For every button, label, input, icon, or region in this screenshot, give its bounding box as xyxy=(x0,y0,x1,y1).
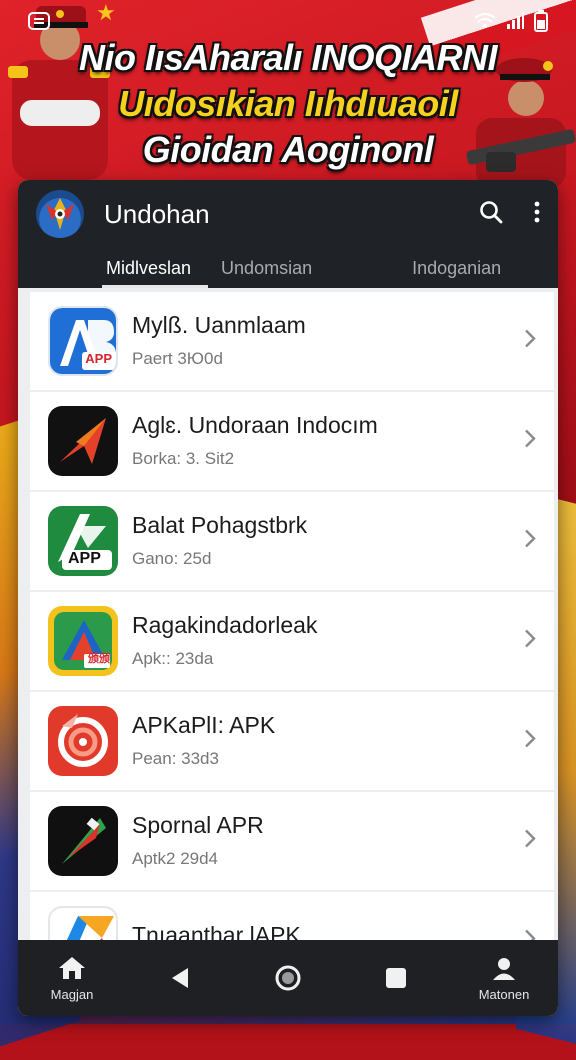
item-title: Balat Pohagstbrk xyxy=(132,512,308,539)
back-triangle-icon xyxy=(172,968,188,988)
swirl-red-icon xyxy=(48,706,118,776)
item-title: Spornal APR xyxy=(132,812,264,839)
tab-bar: Midlveslan Undomsian Indoganian xyxy=(18,248,558,288)
home-circle-button[interactable] xyxy=(258,964,318,992)
app-badge: APP xyxy=(68,550,101,567)
list-item[interactable]: 颁颁 Ragakindadorleak Apk:: 23da xyxy=(30,592,554,690)
triangle-yellow-icon: 颁颁 xyxy=(48,606,118,676)
item-subtitle: Borka: 3. Sit2 xyxy=(132,448,235,468)
app-title: Undohan xyxy=(104,198,210,229)
app-window: Undohan Midlveslan Undomsian Indoganian xyxy=(18,180,558,1016)
app-list: APP Mylß. Uanmlaam Paert 3Ю0d Aglɛ. Undo… xyxy=(18,288,558,990)
app-bar: Undohan Midlveslan Undomsian Indoganian xyxy=(18,180,558,288)
signal-icon xyxy=(506,12,524,30)
profile-label: Matonen xyxy=(478,986,530,1002)
headline-line-3: Gioidan Aoginonl xyxy=(142,129,434,170)
app-badge: APP xyxy=(85,351,112,366)
item-title: APKaPlI: APK xyxy=(132,712,276,739)
chevron-right-icon xyxy=(524,329,536,354)
garuda-logo-icon xyxy=(46,198,74,230)
chevron-right-icon xyxy=(524,429,536,454)
item-title: Mylß. Uanmlaam xyxy=(132,312,306,339)
back-button[interactable] xyxy=(150,965,210,991)
profile-icon xyxy=(493,957,515,980)
battery-icon xyxy=(534,10,548,32)
list-item[interactable]: APKaPlI: APK Pean: 33d3 xyxy=(30,692,554,790)
recents-button[interactable] xyxy=(366,966,426,990)
list-item[interactable]: APP Balat Pohagstbrk Gano: 25d xyxy=(30,492,554,590)
item-subtitle: Paert 3Ю0d xyxy=(132,348,223,368)
active-tab-indicator xyxy=(102,285,208,288)
tab-undomsian[interactable]: Undomsian xyxy=(221,258,312,279)
bottom-navigation: Magjan Matonen xyxy=(18,940,558,1016)
home-button[interactable]: Magjan xyxy=(42,955,102,1002)
chevron-right-icon xyxy=(524,829,536,854)
headline-line-2: Uıdosıkian Iıhdıuaoil xyxy=(118,83,458,124)
home-circle-icon xyxy=(275,965,301,991)
arrow-red-icon xyxy=(48,406,118,476)
list-item[interactable]: APP Mylß. Uanmlaam Paert 3Ю0d xyxy=(30,292,554,390)
list-item[interactable]: Aglɛ. Undoraan Indocım Borka: 3. Sit2 xyxy=(30,392,554,490)
item-subtitle: Aptk2 29d4 xyxy=(132,848,219,868)
notification-icon xyxy=(28,11,50,31)
more-options-icon[interactable] xyxy=(534,201,540,228)
item-title: Ragakindadorleak xyxy=(132,612,318,639)
home-icon xyxy=(59,956,85,979)
home-label: Magjan xyxy=(50,986,94,1002)
promo-headline: Nio IısAharalı INOQIARNI Uıdosıkian Iıhd… xyxy=(0,36,576,168)
recents-square-icon xyxy=(386,968,406,988)
profile-button[interactable]: Matonen xyxy=(474,955,534,1002)
headline-line-1: Nio IısAharalı INOQIARNI xyxy=(78,37,498,78)
chevron-right-icon xyxy=(524,629,536,654)
item-subtitle: Apk:: 23da xyxy=(132,648,214,668)
green-app-icon: APP xyxy=(48,506,118,576)
item-subtitle: Gano: 25d xyxy=(132,548,212,568)
tab-midlveslan[interactable]: Midlveslan xyxy=(106,258,191,279)
wifi-icon xyxy=(474,12,496,30)
tab-indoganian[interactable]: Indoganian xyxy=(412,258,501,279)
app-logo xyxy=(36,190,84,238)
item-subtitle: Pean: 33d3 xyxy=(132,748,219,768)
chevron-right-icon xyxy=(524,529,536,554)
search-icon[interactable] xyxy=(478,199,504,230)
chevron-right-icon xyxy=(524,729,536,754)
ab-app-icon: APP xyxy=(48,306,118,376)
item-title: Aglɛ. Undoraan Indocım xyxy=(132,412,378,439)
app-badge: 颁颁 xyxy=(88,653,110,665)
flag-dark-icon xyxy=(48,806,118,876)
list-item[interactable]: Spornal APR Aptk2 29d4 xyxy=(30,792,554,890)
